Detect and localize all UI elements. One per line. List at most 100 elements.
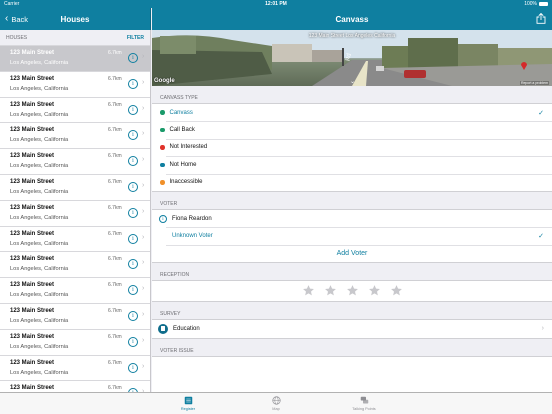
house-street: 123 Main Street <box>10 75 55 82</box>
house-distance: 6.7km <box>108 282 122 289</box>
house-distance: 6.7km <box>108 385 122 392</box>
chevron-left-icon: ‹ <box>5 13 9 24</box>
house-row[interactable]: 123 Main Street Los Angeles, California 6.… <box>0 123 150 150</box>
house-row[interactable]: 123 Main StreetLos Angeles, California6.… <box>0 303 150 330</box>
chevron-right-icon: › <box>142 233 145 241</box>
add-voter-button[interactable]: Add Voter <box>152 244 552 262</box>
voter-label: VOTER <box>160 200 178 207</box>
canvass-type-list: Canvass ✓ Call Back Not Interested Not Home I… <box>152 103 552 192</box>
unknown-voter-label: Unknown Voter <box>172 233 213 240</box>
star-icon[interactable] <box>302 284 315 297</box>
reception-rating <box>152 279 552 302</box>
info-icon[interactable]: i <box>128 181 138 192</box>
info-icon[interactable]: i <box>128 104 138 115</box>
info-icon[interactable]: i <box>128 53 138 63</box>
star-icon[interactable] <box>346 284 359 297</box>
report-problem-link[interactable]: Report a problem <box>519 81 549 85</box>
house-city: Los Angeles, California <box>10 137 69 144</box>
info-icon[interactable]: i <box>159 214 167 223</box>
street-view-image[interactable]: Rd 123 Main Street Los Angeles Californi… <box>152 30 552 86</box>
house-city: Los Angeles, California <box>10 369 69 376</box>
canvass-option[interactable]: Call Back <box>152 121 552 138</box>
canvass-option[interactable]: Inaccessible <box>152 173 552 191</box>
house-row[interactable]: 123 Main StreetLos Angeles, California6.… <box>0 97 150 124</box>
star-icon[interactable] <box>390 284 403 297</box>
survey-label: SURVEY <box>160 310 181 317</box>
info-icon[interactable]: i <box>128 207 138 218</box>
chevron-right-icon: › <box>142 78 145 86</box>
house-street: 123 Main Street <box>10 204 55 211</box>
house-city: Los Angeles, California <box>10 292 69 299</box>
chat-icon <box>360 396 368 404</box>
canvass-option-label: Not Interested <box>169 144 208 151</box>
star-icon[interactable] <box>368 284 381 297</box>
house-row[interactable]: 123 Main StreetLos Angeles, California6.… <box>0 149 150 175</box>
back-button[interactable]: ‹ Back <box>0 14 28 24</box>
tab-label: Talking Points <box>352 406 376 411</box>
star-icon[interactable] <box>324 284 337 297</box>
houses-section-header: HOUSES FILTER <box>0 30 150 46</box>
house-row[interactable]: 123 Main Street Los Angeles, California 6.… <box>0 278 150 304</box>
house-row[interactable]: 123 Main StreetLos Angeles, California6.… <box>0 200 150 227</box>
info-icon[interactable]: i <box>128 233 138 244</box>
filter-button[interactable]: FILTER <box>127 35 144 41</box>
houses-nav-bar: ‹ Back Houses <box>0 8 151 30</box>
canvass-type-label: CANVASS TYPE <box>160 95 198 101</box>
info-icon[interactable]: i <box>128 78 138 89</box>
house-row[interactable]: 123 Main StreetLos Angeles, California6.… <box>0 381 150 392</box>
house-row[interactable]: 123 Main StreetLos Angeles, California6.… <box>0 226 150 253</box>
tab-talking-points[interactable]: Talking Points <box>331 393 397 414</box>
canvass-option[interactable]: Canvass ✓ <box>152 104 552 121</box>
house-row[interactable]: 123 Main StreetLos Angeles, California6.… <box>0 71 150 98</box>
info-icon[interactable]: i <box>128 362 138 373</box>
house-row[interactable]: 123 Main Street Los Angeles, California 6.… <box>0 355 150 382</box>
voter-row-named[interactable]: i Fiona Reardon <box>152 210 552 228</box>
tab-label: Register <box>180 406 196 411</box>
house-distance: 6.7km <box>108 127 122 134</box>
survey-list: Education › <box>152 318 552 339</box>
canvass-option-label: Inaccessible <box>169 179 203 186</box>
info-icon[interactable]: i <box>128 336 138 347</box>
info-icon[interactable]: i <box>128 310 138 321</box>
status-bar: Carrier 12:01 PM 100% <box>0 0 552 8</box>
chevron-right-icon: › <box>142 181 145 189</box>
house-city: Los Angeles, California <box>10 343 69 350</box>
chevron-right-icon: › <box>142 336 145 344</box>
tab-register[interactable]: Register <box>155 393 221 414</box>
register-icon <box>184 396 192 405</box>
status-dot-icon <box>160 162 165 168</box>
canvass-option[interactable]: Not Interested <box>152 138 552 156</box>
house-street: 123 Main Street <box>10 153 55 160</box>
house-street: 123 Main Street <box>10 127 55 134</box>
house-city: Los Angeles, California <box>10 240 69 247</box>
share-icon[interactable] <box>536 13 546 24</box>
info-icon[interactable]: i <box>128 259 138 270</box>
houses-section-label: HOUSES <box>6 34 28 41</box>
canvass-option[interactable]: Not Home <box>152 156 552 173</box>
info-icon[interactable]: i <box>128 285 138 296</box>
house-row[interactable]: 123 Main StreetLos Angeles, California6.… <box>0 252 150 279</box>
houses-panel: HOUSES FILTER 123 Main Street Los Angeles… <box>0 30 151 392</box>
voter-issue-label: VOTER ISSUE <box>160 347 194 354</box>
house-street: 123 Main Street <box>10 282 55 289</box>
tab-map[interactable]: Map <box>243 393 309 414</box>
house-distance: 6.7km <box>108 359 122 366</box>
house-distance: 6.7km <box>108 50 122 56</box>
info-icon[interactable]: i <box>128 156 138 167</box>
house-distance: 6.7km <box>108 230 122 237</box>
house-row[interactable]: 123 Main StreetLos Angeles, California6.… <box>0 46 150 72</box>
info-icon[interactable]: i <box>128 130 138 141</box>
voter-row-unknown[interactable]: Unknown Voter ✓ <box>152 227 552 245</box>
house-city: Los Angeles, California <box>10 111 69 118</box>
house-distance: 6.7km <box>108 256 122 263</box>
survey-item-education[interactable]: Education › <box>152 320 552 338</box>
house-row[interactable]: 123 Main StreetLos Angeles, California6.… <box>0 174 150 201</box>
house-row[interactable]: 123 Main StreetLos Angeles, California6.… <box>0 329 150 356</box>
chevron-down-icon[interactable]: ⌄ <box>350 78 355 85</box>
house-distance: 6.7km <box>108 307 122 314</box>
house-city: Los Angeles, California <box>10 214 69 221</box>
house-street: 123 Main Street <box>10 359 55 366</box>
tab-label: Map <box>272 406 280 411</box>
canvass-option-label: Not Home <box>169 161 197 168</box>
house-street: 123 Main Street <box>10 50 55 56</box>
